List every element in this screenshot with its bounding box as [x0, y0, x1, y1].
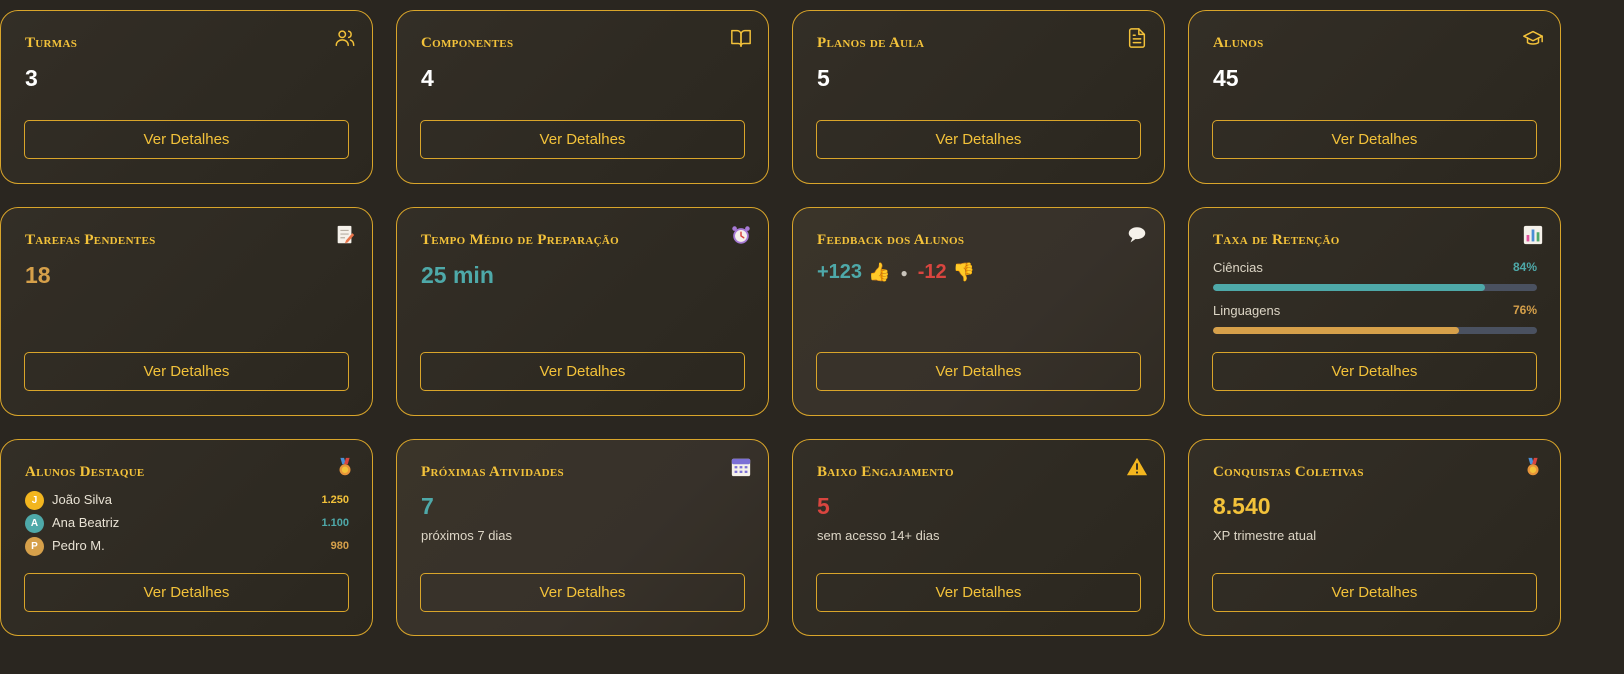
alarm-clock-icon — [732, 226, 750, 244]
warning-icon — [1126, 457, 1148, 476]
avatar: J — [25, 491, 44, 510]
card-taxa-retencao: Taxa de Retenção Ciências 84% Linguagens… — [1188, 207, 1561, 416]
card-alunos: Alunos 45 Ver Detalhes — [1188, 10, 1561, 184]
card-title: Planos de Aula — [817, 35, 925, 51]
card-componentes: Componentes 4 Ver Detalhes — [396, 10, 769, 184]
feedback-negative: -12 — [917, 261, 947, 283]
medal-icon — [1527, 457, 1539, 476]
card-value: 5 — [817, 493, 830, 519]
card-subtitle: XP trimestre atual — [1213, 528, 1317, 543]
card-value: 25 min — [421, 262, 494, 288]
student-row[interactable]: P Pedro M. 980 — [25, 536, 349, 558]
card-feedback-alunos: Feedback dos Alunos +123 👍 ● -12 👎 Ver D… — [792, 207, 1165, 416]
card-value: 8.540 — [1213, 493, 1271, 519]
book-icon — [731, 29, 751, 47]
ver-detalhes-button[interactable]: Ver Detalhes — [1212, 120, 1537, 159]
card-tempo-medio: Tempo Médio de Preparação 25 min Ver Det… — [396, 207, 769, 416]
ver-detalhes-button[interactable]: Ver Detalhes — [1212, 352, 1537, 391]
card-value: 4 — [421, 65, 434, 91]
card-proximas-atividades: Próximas Atividades 7 próximos 7 dias Ve… — [396, 439, 769, 636]
card-title: Próximas Atividades — [421, 464, 564, 480]
ver-detalhes-button[interactable]: Ver Detalhes — [24, 573, 349, 612]
ver-detalhes-button[interactable]: Ver Detalhes — [1212, 573, 1537, 612]
card-title: Alunos — [1213, 35, 1264, 51]
speech-bubble-icon — [1128, 227, 1146, 243]
card-subtitle: sem acesso 14+ dias — [817, 528, 940, 543]
card-conquistas-coletivas: Conquistas Coletivas 8.540 XP trimestre … — [1188, 439, 1561, 636]
card-value: 7 — [421, 493, 434, 519]
avatar: P — [25, 537, 44, 556]
retention-bar-track — [1213, 284, 1537, 291]
retention-label: Ciências — [1213, 260, 1263, 275]
feedback-summary: +123 👍 ● -12 👎 — [817, 261, 975, 284]
retention-label: Linguagens — [1213, 303, 1281, 318]
card-title: Tarefas Pendentes — [25, 232, 156, 248]
bar-chart-icon — [1523, 225, 1543, 245]
ver-detalhes-button[interactable]: Ver Detalhes — [420, 120, 745, 159]
card-value: 3 — [25, 65, 38, 91]
retention-row-linguagens: Linguagens 76% — [1213, 303, 1537, 337]
student-xp: 1.100 — [321, 517, 349, 529]
retention-percent: 84% — [1512, 260, 1537, 274]
feedback-positive: +123 — [817, 261, 863, 283]
document-icon — [1128, 28, 1146, 48]
student-row[interactable]: J João Silva 1.250 — [25, 490, 349, 512]
ver-detalhes-button[interactable]: Ver Detalhes — [420, 573, 745, 612]
card-planos-de-aula: Planos de Aula 5 Ver Detalhes — [792, 10, 1165, 184]
ver-detalhes-button[interactable]: Ver Detalhes — [24, 352, 349, 391]
retention-bar-fill — [1213, 327, 1460, 334]
ver-detalhes-button[interactable]: Ver Detalhes — [24, 120, 349, 159]
thumbs-up-icon: 👍 — [868, 262, 891, 282]
card-title: Alunos Destaque — [25, 464, 145, 480]
thumbs-down-icon: 👎 — [952, 262, 976, 282]
card-alunos-destaque: Alunos Destaque J João Silva 1.250 A Ana… — [0, 439, 373, 636]
calendar-icon — [731, 458, 751, 477]
card-subtitle: próximos 7 dias — [421, 528, 513, 543]
card-value: 18 — [25, 262, 51, 288]
retention-row-ciencias: Ciências 84% — [1213, 260, 1537, 294]
student-row[interactable]: A Ana Beatriz 1.100 — [25, 513, 349, 535]
card-title: Taxa de Retenção — [1213, 232, 1340, 248]
retention-percent: 76% — [1512, 303, 1537, 317]
card-baixo-engajamento: Baixo Engajamento 5 sem acesso 14+ dias … — [792, 439, 1165, 636]
student-xp: 980 — [330, 540, 349, 552]
card-title: Tempo Médio de Preparação — [421, 232, 619, 248]
retention-bar-track — [1213, 327, 1537, 334]
student-xp: 1.250 — [321, 494, 349, 506]
card-title: Conquistas Coletivas — [1213, 464, 1364, 480]
medal-icon — [339, 457, 351, 476]
feedback-separator: ● — [900, 265, 908, 280]
card-title: Componentes — [421, 35, 514, 51]
ver-detalhes-button[interactable]: Ver Detalhes — [816, 120, 1141, 159]
card-value: 5 — [817, 65, 830, 91]
retention-bar-fill — [1213, 284, 1486, 291]
card-title: Feedback dos Alunos — [817, 232, 965, 248]
ver-detalhes-button[interactable]: Ver Detalhes — [816, 573, 1141, 612]
card-value: 45 — [1213, 65, 1239, 91]
memo-icon — [337, 225, 355, 244]
card-tarefas-pendentes: Tarefas Pendentes 18 Ver Detalhes — [0, 207, 373, 416]
student-name: Ana Beatriz — [52, 515, 120, 530]
student-name: Pedro M. — [52, 538, 105, 553]
avatar: A — [25, 514, 44, 533]
student-name: João Silva — [52, 492, 112, 507]
users-icon — [335, 30, 355, 47]
card-title: Turmas — [25, 35, 78, 51]
ver-detalhes-button[interactable]: Ver Detalhes — [420, 352, 745, 391]
graduation-cap-icon — [1523, 30, 1543, 45]
ver-detalhes-button[interactable]: Ver Detalhes — [816, 352, 1141, 391]
card-title: Baixo Engajamento — [817, 464, 954, 480]
card-turmas: Turmas 3 Ver Detalhes — [0, 10, 373, 184]
